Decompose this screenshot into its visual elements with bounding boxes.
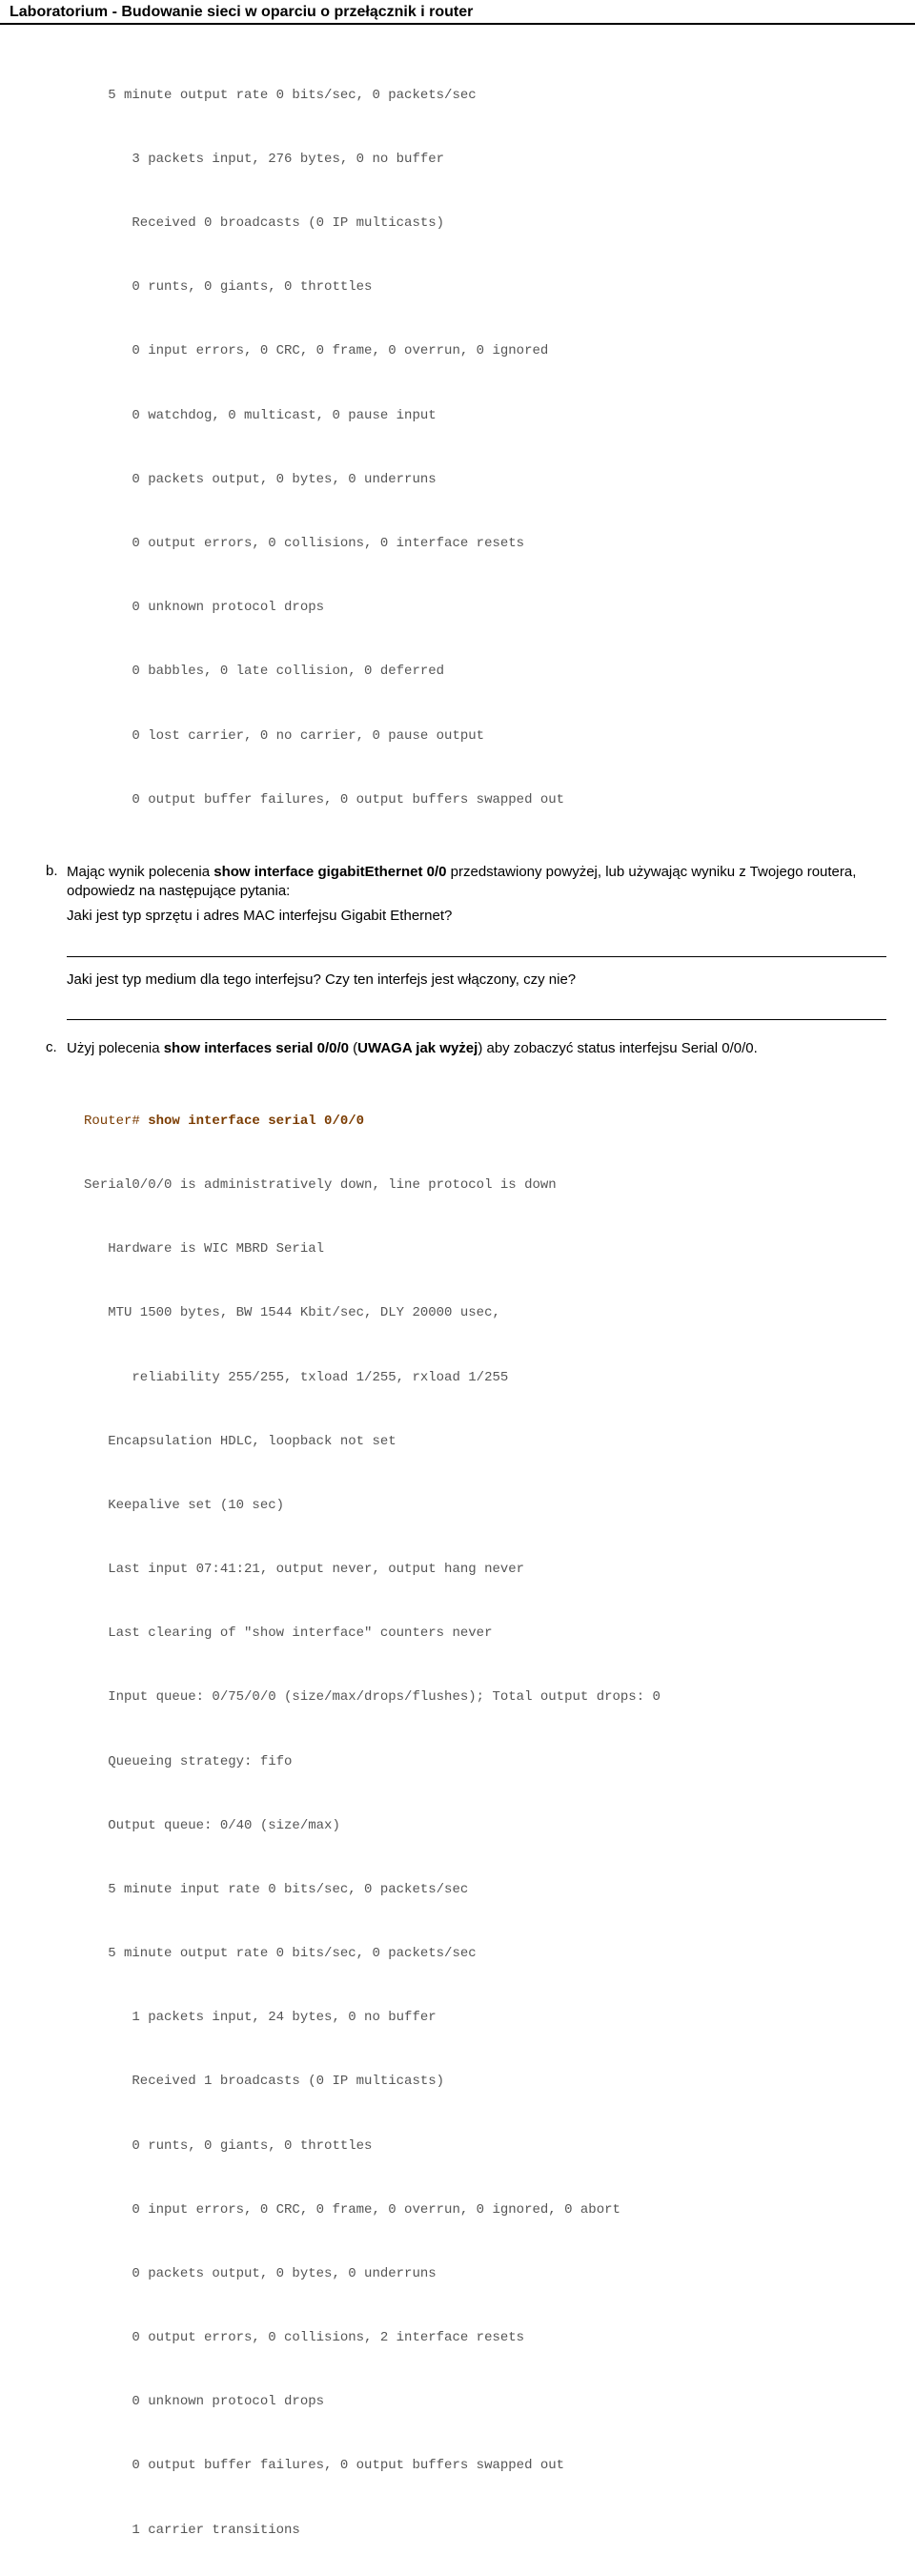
page-header: Laboratorium - Budowanie sieci w oparciu…: [0, 0, 915, 25]
code-line: 0 output errors, 0 collisions, 2 interfa…: [84, 2327, 886, 2348]
command-name: show interface gigabitEthernet 0/0: [214, 864, 446, 880]
code-line: Last input 07:41:21, output never, outpu…: [84, 1559, 886, 1580]
code-line: Serial0/0/0 is administratively down, li…: [84, 1175, 886, 1196]
item-body: Mając wynik polecenia show interface gig…: [67, 863, 886, 1033]
code-line: Last clearing of "show interface" counte…: [84, 1623, 886, 1644]
item-body: Użyj polecenia show interfaces serial 0/…: [67, 1039, 886, 1064]
list-item-b: b. Mając wynik polecenia show interface …: [46, 863, 886, 1033]
code-line: MTU 1500 bytes, BW 1544 Kbit/sec, DLY 20…: [84, 1302, 886, 1323]
answer-line: [67, 940, 886, 957]
code-line: 3 packets input, 276 bytes, 0 no buffer: [84, 149, 886, 170]
code-line: Received 1 broadcasts (0 IP multicasts): [84, 2071, 886, 2092]
code-line: 1 packets input, 24 bytes, 0 no buffer: [84, 2007, 886, 2028]
code-line: 0 input errors, 0 CRC, 0 frame, 0 overru…: [84, 2199, 886, 2220]
item-marker: c.: [46, 1039, 67, 1064]
page-body: 5 minute output rate 0 bits/sec, 0 packe…: [0, 25, 915, 2576]
code-line: 0 lost carrier, 0 no carrier, 0 pause ou…: [84, 726, 886, 746]
code-line: 0 runts, 0 giants, 0 throttles: [84, 276, 886, 297]
code-line: 0 packets output, 0 bytes, 0 underruns: [84, 469, 886, 490]
code-line: Input queue: 0/75/0/0 (size/max/drops/fl…: [84, 1687, 886, 1707]
question: Jaki jest typ sprzętu i adres MAC interf…: [67, 907, 886, 926]
header-title: Laboratorium - Budowanie sieci w oparciu…: [10, 4, 473, 20]
code-prompt-line: Router# show interface serial 0/0/0: [84, 1111, 886, 1132]
code-line: 5 minute output rate 0 bits/sec, 0 packe…: [84, 1943, 886, 1964]
code-line: 1 carrier transitions: [84, 2520, 886, 2541]
code-line: 0 unknown protocol drops: [84, 2391, 886, 2412]
question: Jaki jest typ medium dla tego interfejsu…: [67, 971, 886, 990]
code-line: 0 output errors, 0 collisions, 0 interfa…: [84, 533, 886, 554]
code-line: 0 unknown protocol drops: [84, 597, 886, 618]
code-line: Encapsulation HDLC, loopback not set: [84, 1431, 886, 1452]
code-line: 0 watchdog, 0 multicast, 0 pause input: [84, 405, 886, 426]
code-line: Hardware is WIC MBRD Serial: [84, 1238, 886, 1259]
code-block-c: Router# show interface serial 0/0/0 Seri…: [84, 1068, 886, 2576]
item-text: Użyj polecenia show interfaces serial 0/…: [67, 1039, 886, 1058]
code-line: 0 output buffer failures, 0 output buffe…: [84, 789, 886, 810]
code-line: Queueing strategy: fifo: [84, 1751, 886, 1772]
code-line: 5 minute output rate 0 bits/sec, 0 packe…: [84, 85, 886, 106]
code-line: 0 input errors, 0 CRC, 0 frame, 0 overru…: [84, 340, 886, 361]
code-line: 0 output buffer failures, 0 output buffe…: [84, 2455, 886, 2476]
code-line: Output queue: 0/40 (size/max): [84, 1815, 886, 1836]
code-line: reliability 255/255, txload 1/255, rxloa…: [84, 1367, 886, 1388]
warning-text: UWAGA jak wyżej: [357, 1040, 478, 1056]
command-text: show interface serial 0/0/0: [148, 1114, 364, 1129]
code-line: 5 minute input rate 0 bits/sec, 0 packet…: [84, 1879, 886, 1900]
code-block-a: 5 minute output rate 0 bits/sec, 0 packe…: [84, 42, 886, 853]
list-item-c: c. Użyj polecenia show interfaces serial…: [46, 1039, 886, 1064]
code-line: 0 babbles, 0 late collision, 0 deferred: [84, 661, 886, 682]
command-name: show interfaces serial 0/0/0: [164, 1040, 349, 1056]
answer-line: [67, 1003, 886, 1020]
code-line: 0 packets output, 0 bytes, 0 underruns: [84, 2263, 886, 2284]
code-line: Keepalive set (10 sec): [84, 1495, 886, 1516]
code-line: 0 runts, 0 giants, 0 throttles: [84, 2136, 886, 2157]
code-line: Received 0 broadcasts (0 IP multicasts): [84, 213, 886, 234]
item-text: Mając wynik polecenia show interface gig…: [67, 863, 886, 902]
item-marker: b.: [46, 863, 67, 1033]
